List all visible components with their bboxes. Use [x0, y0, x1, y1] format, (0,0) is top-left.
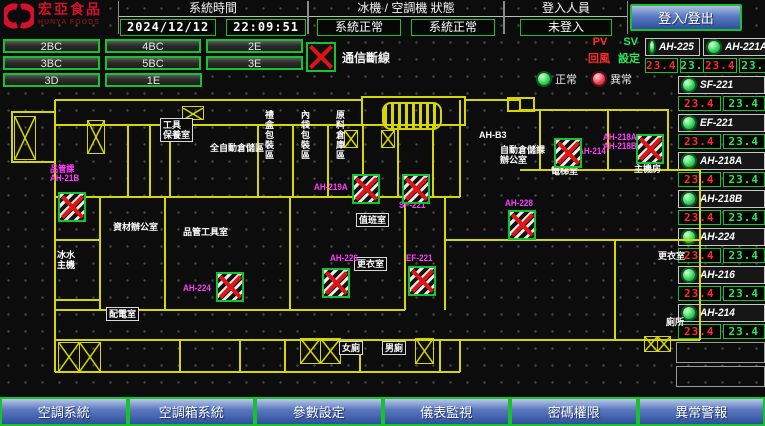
unit-tag-label: AH-224: [183, 284, 211, 293]
stairs-icon: [344, 130, 358, 148]
comm-fail-unit-icon[interactable]: [58, 192, 86, 222]
room-label: 品管工具室: [183, 227, 228, 237]
room-label: 原料倉庫區: [335, 110, 345, 160]
room-label: 資材辦公室: [113, 222, 158, 232]
stairs-icon: [415, 338, 434, 364]
stairs-icon: [300, 338, 321, 364]
stairs-icon: [14, 116, 36, 160]
comm-fail-unit-icon[interactable]: [322, 268, 350, 298]
comm-fail-unit-icon[interactable]: [408, 266, 436, 296]
unit-tag-label: AH-218A AH-218B: [603, 133, 637, 151]
stairs-icon: [644, 336, 658, 352]
room-label: 自動倉儲課 辦公室: [500, 145, 545, 165]
unit-tag-label: EF-221: [406, 254, 433, 263]
comm-fail-unit-icon[interactable]: [636, 134, 664, 164]
room-label: 工具 保養室: [160, 118, 193, 142]
unit-tag-label: AH-219A: [314, 183, 348, 192]
room-label: 更衣室: [354, 257, 387, 271]
comm-fail-unit-icon[interactable]: [402, 174, 430, 204]
stairs-icon: [657, 336, 671, 352]
stairs-icon: [381, 130, 395, 148]
room-label: AH-B3: [479, 130, 507, 140]
comm-fail-unit-icon[interactable]: [216, 272, 244, 302]
room-label: 內袋包裝區: [300, 110, 310, 160]
room-label: 配電室: [106, 307, 139, 321]
stairs-icon: [58, 342, 80, 372]
unit-tag-label: 品管課 AH-21B: [50, 165, 79, 183]
room-label: 主機房: [634, 164, 661, 174]
room-label: 男廁: [382, 341, 406, 355]
stairs-icon: [79, 342, 101, 372]
chiller-machine-icon: [382, 102, 442, 130]
stairs-icon: [320, 338, 341, 364]
room-label: 全自動倉儲區: [210, 143, 264, 153]
room-label: 值班室: [356, 213, 389, 227]
room-label: 冰水 主機: [57, 250, 75, 270]
unit-tag-label: AH-214: [578, 147, 606, 156]
stairs-icon: [87, 120, 105, 154]
room-label: 更衣室: [658, 251, 685, 261]
room-label: 廁所: [666, 317, 684, 327]
comm-fail-unit-icon[interactable]: [352, 174, 380, 204]
room-label: 女廁: [339, 341, 363, 355]
unit-tag-label: AH-226: [330, 254, 358, 263]
comm-fail-unit-icon[interactable]: [508, 210, 536, 240]
comm-fail-unit-icon[interactable]: [554, 138, 582, 168]
room-label: 禮盒包裝區: [264, 110, 274, 160]
unit-tag-label: AH-228: [505, 199, 533, 208]
